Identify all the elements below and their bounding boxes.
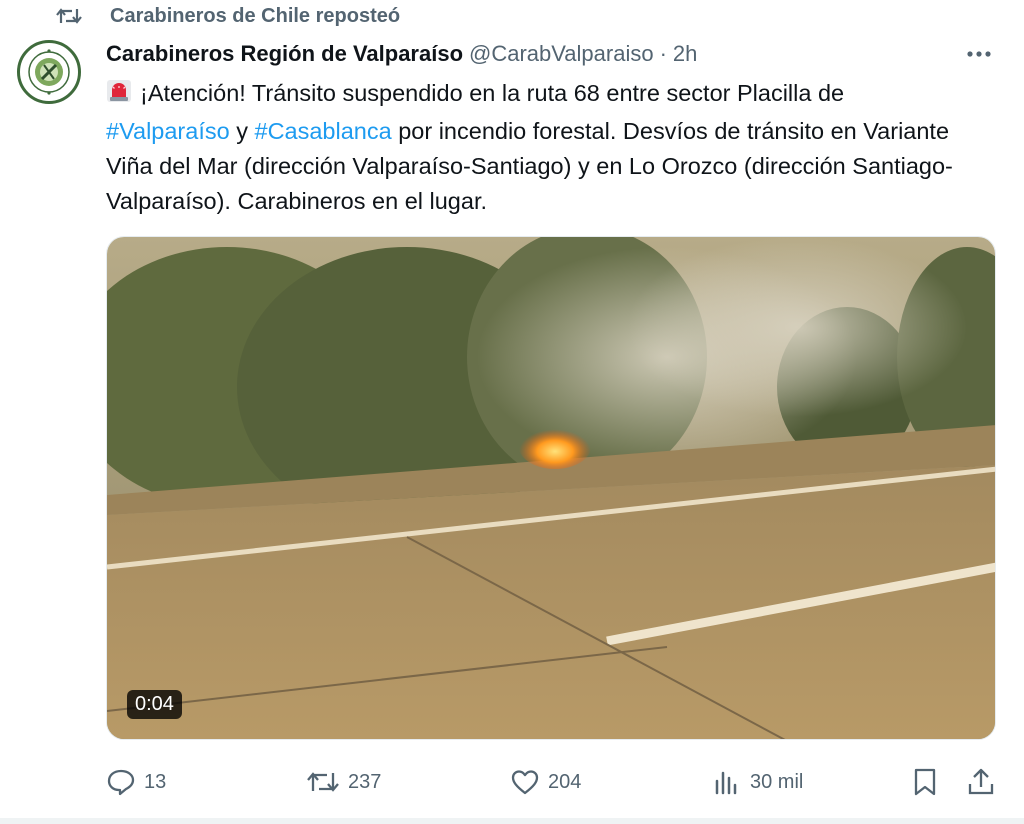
tweet[interactable]: Carabineros de Chile reposteó Carabinero… — [0, 0, 1024, 824]
bookmark-icon — [914, 768, 936, 796]
views-icon — [715, 771, 737, 795]
tweet-text: ¡Atención! Tránsito suspendido en la rut… — [106, 76, 986, 219]
more-icon — [967, 51, 991, 57]
reply-count: 13 — [144, 770, 167, 793]
hashtag-casablanca[interactable]: #Casablanca — [255, 118, 392, 144]
share-icon — [968, 768, 994, 795]
rotating-light-emoji-icon — [106, 78, 132, 114]
separator-dot: · — [659, 41, 667, 66]
views-count: 30 mil — [750, 770, 804, 793]
divider — [0, 818, 1024, 824]
views-button[interactable]: 30 mil — [712, 762, 803, 802]
reply-button[interactable]: 13 — [106, 762, 166, 802]
video-player[interactable]: 0:04 — [106, 236, 996, 740]
repost-icon — [307, 772, 339, 792]
carabineros-emblem-icon — [22, 45, 76, 99]
video-frame — [107, 237, 995, 739]
repost-count: 237 — [348, 770, 382, 793]
repost-button[interactable]: 237 — [306, 762, 381, 802]
display-name[interactable]: Carabineros Región de Valparaíso — [106, 41, 463, 67]
tweet-text-line1: ¡Atención! Tránsito suspendido en la rut… — [140, 80, 845, 106]
repost-label: Carabineros de Chile reposteó — [110, 4, 401, 27]
video-duration: 0:04 — [127, 690, 182, 719]
repost-context[interactable]: Carabineros de Chile reposteó — [56, 2, 400, 30]
timestamp[interactable]: 2h — [673, 41, 697, 67]
more-options-button[interactable] — [964, 40, 994, 68]
like-button[interactable]: 204 — [510, 762, 581, 802]
action-bar: 13 237 204 30 mil — [106, 762, 996, 802]
reply-icon — [107, 769, 135, 796]
tweet-text-conj: y — [229, 118, 255, 144]
hashtag-valparaiso[interactable]: #Valparaíso — [106, 118, 230, 144]
like-count: 204 — [548, 770, 582, 793]
heart-icon — [511, 770, 539, 795]
bookmark-button[interactable] — [912, 762, 946, 802]
tweet-header: Carabineros Región de Valparaíso @CarabV… — [106, 38, 697, 70]
repost-icon — [56, 4, 86, 28]
avatar[interactable] — [17, 40, 81, 104]
user-handle[interactable]: @CarabValparaiso — [469, 41, 654, 67]
share-button[interactable] — [966, 762, 1004, 802]
